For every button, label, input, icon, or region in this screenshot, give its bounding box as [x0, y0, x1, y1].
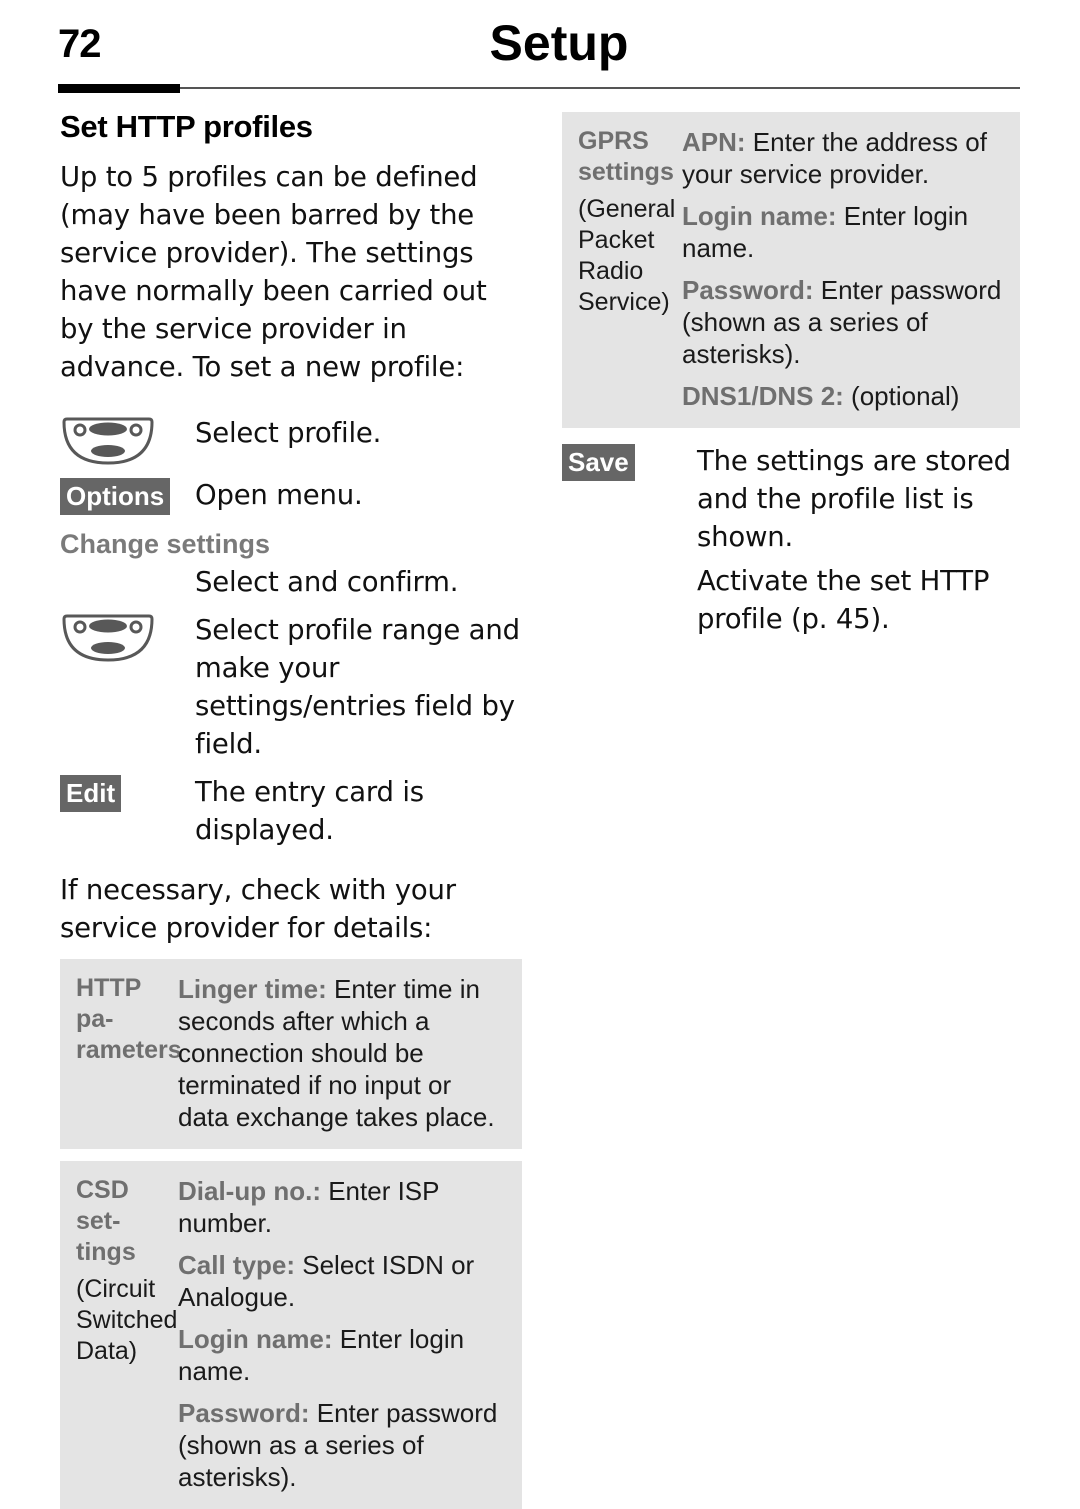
table-entry-term: Dial-up no.: [178, 1176, 321, 1207]
step-edit-entry-card: Edit The entry card is displayed. [60, 773, 522, 849]
table-entry-term: DNS1/DNS 2: [682, 381, 844, 411]
table-entry: Dial-up no.: Enter ISP number. [178, 1175, 508, 1239]
subheading-change-settings: Change settings [60, 529, 271, 560]
table-entry-text: (optional) [843, 381, 960, 411]
step-activate-profile: Activate the set HTTP profile (p. 45). [562, 562, 1020, 638]
header-rule-thin [58, 87, 1020, 89]
table-http-parameters: HTTP pa-rameters Linger time: Enter time… [60, 959, 522, 1150]
step-key-cell [60, 611, 195, 663]
table-row-label: GPRS settings (General Packet Radio Serv… [562, 126, 682, 412]
navigation-key-icon[interactable] [60, 416, 156, 466]
table-entry: DNS1/DNS 2: (optional) [682, 380, 1006, 412]
table-entry: Login name: Enter login name. [178, 1323, 508, 1387]
step-key-cell-empty [562, 562, 697, 564]
left-column: Set HTTP profiles Up to 5 profiles can b… [60, 109, 522, 1509]
table-label-sub: (Circuit Switched Data) [76, 1275, 178, 1366]
table-row-body: Linger time: Enter time in seconds after… [178, 973, 522, 1133]
table-row-label: CSD set-tings (Circuit Switched Data) [60, 1175, 178, 1493]
table-entry-term: Password: [682, 275, 814, 305]
table-entry: APN: Enter the address of your service p… [682, 126, 1006, 190]
table-label-strong: HTTP pa-rameters [76, 974, 182, 1065]
table-row-body: Dial-up no.: Enter ISP number. Call type… [178, 1175, 522, 1493]
table-entry-term: Login name: [178, 1324, 333, 1355]
intro-paragraph: Up to 5 profiles can be defined (may hav… [60, 161, 487, 384]
step-select-confirm: Select and confirm. [60, 563, 522, 601]
table-entry: Login name: Enter login name. [682, 200, 1006, 264]
table-label-strong: CSD set-tings [76, 1176, 136, 1267]
table-row-label: HTTP pa-rameters [60, 973, 182, 1133]
header-rule-thick [58, 84, 180, 93]
page-header: 72 Setup [58, 15, 1020, 93]
table-entry: Linger time: Enter time in seconds after… [178, 973, 508, 1133]
step-select-profile-range: Select profile range and make your setti… [60, 611, 522, 763]
table-label-sub: (General Packet Radio Service) [578, 195, 676, 316]
step-key-cell: Edit [60, 773, 195, 813]
step-description: Select profile. [195, 417, 382, 450]
step-description: Select profile range and make your setti… [195, 614, 520, 761]
header-divider [58, 84, 1020, 93]
table-entry: Call type: Select ISDN or Analogue. [178, 1249, 508, 1313]
step-description: The entry card is displayed. [195, 776, 424, 847]
table-entry-term: Call type: [178, 1250, 296, 1281]
step-save-settings: Save The settings are stored and the pro… [562, 442, 1020, 556]
table-entry: Password: Enter password (shown as a ser… [178, 1397, 508, 1493]
table-label-strong: GPRS settings [578, 127, 674, 186]
table-entry: Password: Enter password (shown as a ser… [682, 274, 1006, 370]
options-softkey-button[interactable]: Options [60, 478, 171, 516]
section-title: Set HTTP profiles [60, 109, 313, 144]
table-entry-term: Login name: [682, 201, 837, 231]
save-softkey-button[interactable]: Save [562, 444, 635, 481]
step-description: Select and confirm. [195, 566, 459, 599]
step-select-profile: Select profile. [60, 414, 522, 466]
right-column: GPRS settings (General Packet Radio Serv… [562, 112, 1020, 638]
navigation-key-icon[interactable] [60, 613, 156, 663]
step-key-cell: Options [60, 476, 195, 516]
step-description: Activate the set HTTP profile (p. 45). [697, 565, 990, 635]
table-csd-settings: CSD set-tings (Circuit Switched Data) Di… [60, 1161, 522, 1509]
step-description: The settings are stored and the profile … [697, 445, 1011, 553]
step-key-cell-empty [60, 563, 195, 565]
table-entry-term: APN: [682, 127, 746, 157]
note-paragraph: If necessary, check with your service pr… [60, 874, 456, 945]
step-key-cell: Save [562, 442, 697, 481]
table-gprs-settings: GPRS settings (General Packet Radio Serv… [562, 112, 1020, 428]
table-entry-term: Linger time: [178, 974, 327, 1005]
edit-softkey-button[interactable]: Edit [60, 775, 122, 813]
step-open-menu: Options Open menu. [60, 476, 522, 516]
step-description: Open menu. [195, 479, 363, 512]
table-row-body: APN: Enter the address of your service p… [682, 126, 1020, 412]
page-title: Setup [489, 15, 629, 71]
step-key-cell [60, 414, 195, 466]
table-entry-term: Password: [178, 1398, 310, 1429]
